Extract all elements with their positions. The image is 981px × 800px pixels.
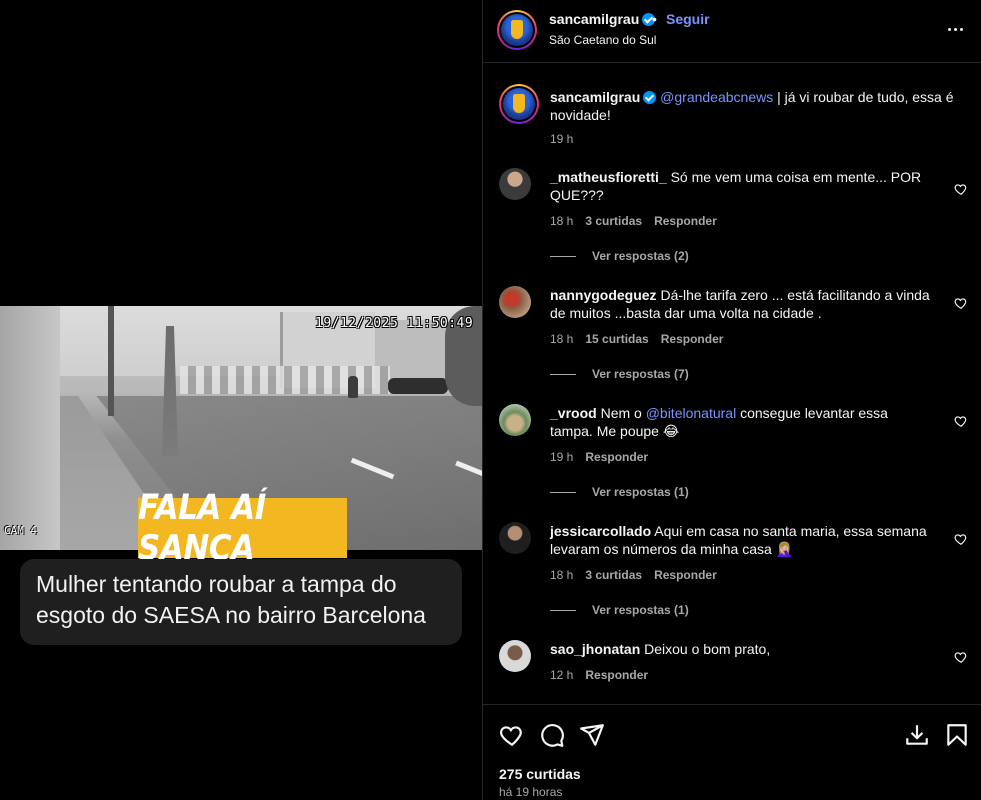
like-comment-heart-icon[interactable] (954, 182, 968, 196)
like-comment-heart-icon[interactable] (954, 296, 968, 310)
comment-time[interactable]: 18 h (550, 568, 573, 582)
verified-icon (643, 91, 657, 104)
post-sidebar: sancamilgrau • Seguir São Caetano do Sul… (482, 0, 981, 800)
post-media[interactable]: 19/12/2025 11:50:49 CAM 4 FALA AÍ SANCA … (0, 0, 482, 800)
caption-mention-link[interactable]: @grandeabcnews (660, 89, 773, 105)
post-header: sancamilgrau • Seguir São Caetano do Sul (483, 0, 981, 63)
comment-time[interactable]: 18 h (550, 214, 573, 228)
view-replies-button[interactable]: Ver respostas (1) (550, 485, 689, 499)
like-comment-heart-icon[interactable] (954, 532, 968, 546)
caption-author-avatar[interactable] (499, 84, 539, 124)
reply-button[interactable]: Responder (585, 450, 648, 464)
comment-likes[interactable]: 15 curtidas (585, 332, 648, 346)
more-options-icon[interactable] (943, 17, 967, 41)
commenter-avatar[interactable] (499, 168, 531, 200)
post-actions: 275 curtidas há 19 horas (483, 704, 981, 800)
comment-mention-link[interactable]: @bitelonatural (646, 405, 737, 421)
author-avatar[interactable] (497, 10, 537, 50)
bookmark-icon[interactable] (944, 722, 970, 748)
cctv-timestamp: 19/12/2025 11:50:49 (315, 316, 474, 331)
video-caption-line-2: esgoto do SAESA no bairro Barcelona (36, 602, 426, 628)
download-icon[interactable] (904, 722, 930, 748)
follow-button[interactable]: Seguir (666, 11, 710, 27)
comment-username[interactable]: jessicarcollado (550, 523, 651, 539)
commenter-avatar[interactable] (499, 522, 531, 554)
view-replies-button[interactable]: Ver respostas (1) (550, 603, 689, 617)
view-replies-button[interactable]: Ver respostas (7) (550, 367, 689, 381)
comments-list[interactable]: sancamilgrau @grandeabcnews | já vi roub… (483, 64, 981, 704)
comment-likes[interactable]: 3 curtidas (585, 568, 642, 582)
view-replies-button[interactable]: Ver respostas (2) (550, 249, 689, 263)
comment-time[interactable]: 19 h (550, 450, 573, 464)
reply-button[interactable]: Responder (661, 332, 724, 346)
motorcycles (388, 378, 448, 394)
comment-time[interactable]: 18 h (550, 332, 573, 346)
commenter-avatar[interactable] (499, 286, 531, 318)
caption-time[interactable]: 19 h (550, 132, 573, 146)
pedestrian-figure (348, 376, 358, 398)
caption-username[interactable]: sancamilgrau (550, 89, 640, 105)
post-time[interactable]: há 19 horas (499, 785, 562, 799)
comment-username[interactable]: sao_jhonatan (550, 641, 640, 657)
comment-username[interactable]: _matheusfioretti_ (550, 169, 667, 185)
commenter-avatar[interactable] (499, 640, 531, 672)
video-caption-box: Mulher tentando roubar a tampa do esgoto… (20, 559, 462, 645)
brand-badge: FALA AÍ SANCA (138, 488, 347, 568)
comment-likes[interactable]: 3 curtidas (585, 214, 642, 228)
comment-icon[interactable] (539, 722, 565, 748)
comment-username[interactable]: nannygodeguez (550, 287, 657, 303)
camera-label: CAM 4 (4, 524, 38, 537)
brand-badge-text: FALA AÍ SANCA (138, 487, 266, 569)
comment-text: Deixou o bom prato, (640, 641, 771, 657)
heart-icon[interactable] (499, 722, 525, 748)
separator: • (652, 11, 657, 27)
like-comment-heart-icon[interactable] (954, 414, 968, 428)
likes-count[interactable]: 275 curtidas (499, 766, 581, 782)
reply-button[interactable]: Responder (654, 214, 717, 228)
video-caption-line-1: Mulher tentando roubar a tampa do (36, 571, 397, 597)
reply-button[interactable]: Responder (654, 568, 717, 582)
comment-username[interactable]: _vrood (550, 405, 597, 421)
location-link[interactable]: São Caetano do Sul (549, 33, 656, 47)
like-comment-heart-icon[interactable] (954, 650, 968, 664)
author-username-link[interactable]: sancamilgrau (549, 11, 656, 27)
comment-time[interactable]: 12 h (550, 668, 573, 682)
reply-button[interactable]: Responder (585, 668, 648, 682)
share-icon[interactable] (579, 722, 605, 748)
commenter-avatar[interactable] (499, 404, 531, 436)
